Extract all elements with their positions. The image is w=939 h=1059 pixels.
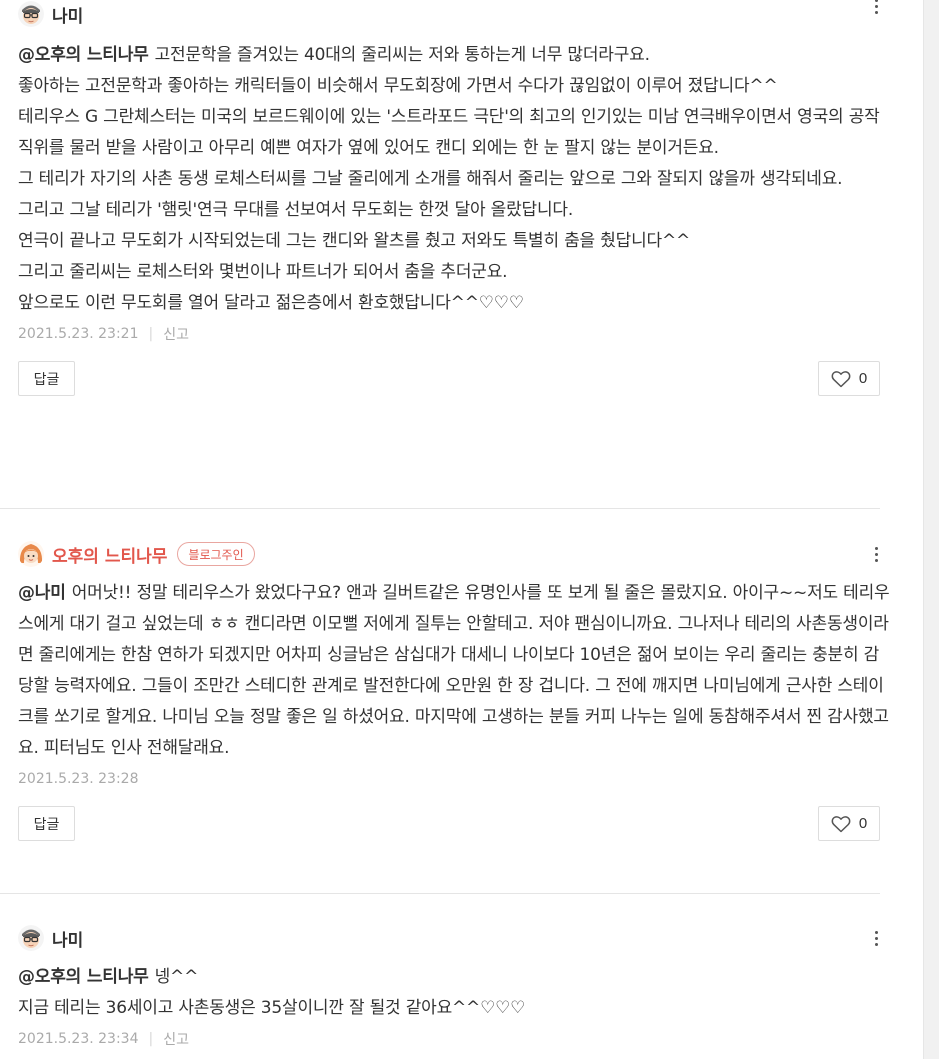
comment-timestamp: 2021.5.23. 23:34: [18, 1031, 139, 1047]
scrollbar[interactable]: [923, 0, 939, 1059]
comment-item: 나미 @오후의 느티나무 고전문학을 즐겨있는 40대의 줄리씨는 저와 통하는게…: [18, 0, 880, 396]
comment-text: 고전문학을 즐겨있는 40대의 줄리씨는 저와 통하는게 너무 많더라구요. 좋…: [18, 45, 880, 313]
comment-author[interactable]: 오후의 느티나무: [52, 542, 167, 567]
glasses-avatar-icon[interactable]: [18, 925, 44, 951]
comment-mention[interactable]: @오후의 느티나무: [18, 967, 149, 987]
comment-meta: 2021.5.23. 23:21 | 신고: [18, 323, 880, 345]
comment-body: @오후의 느티나무 고전문학을 즐겨있는 40대의 줄리씨는 저와 통하는게 너무…: [18, 40, 890, 319]
owner-badge: 블로그주인: [177, 542, 255, 566]
comment-header: 나미: [18, 0, 880, 28]
more-vertical-icon[interactable]: [866, 0, 886, 18]
heart-outline-icon: [831, 370, 851, 387]
comment-item: 오후의 느티나무 블로그주인 @나미 어머낫!! 정말 테리우스가 왔었다구요? …: [18, 540, 890, 841]
meta-separator: |: [148, 1031, 154, 1047]
comment-mention[interactable]: @오후의 느티나무: [18, 45, 149, 65]
comment-mention[interactable]: @나미: [18, 583, 66, 603]
comment-actions: 답글 0: [18, 361, 880, 396]
reply-button[interactable]: 답글: [18, 361, 75, 396]
report-link[interactable]: 신고: [163, 324, 189, 344]
comment-header: 오후의 느티나무 블로그주인: [18, 540, 880, 568]
comment-body: @나미 어머낫!! 정말 테리우스가 왔었다구요? 앤과 길버트같은 유명인사를 …: [18, 578, 890, 764]
like-count: 0: [858, 370, 868, 387]
comment-item: 나미 @오후의 느티나무 넹^^ 지금 테리는 36세이고 사촌동생은 35살이니…: [18, 924, 880, 1050]
comment-divider: [0, 893, 880, 894]
comment-author[interactable]: 나미: [52, 2, 83, 27]
comment-meta: 2021.5.23. 23:28: [18, 768, 880, 790]
like-button[interactable]: 0: [818, 361, 880, 396]
report-link[interactable]: 신고: [163, 1029, 189, 1049]
comment-text: 어머낫!! 정말 테리우스가 왔었다구요? 앤과 길버트같은 유명인사를 또 보…: [18, 583, 890, 758]
comment-actions: 답글 0: [18, 806, 880, 841]
comment-meta: 2021.5.23. 23:34 | 신고: [18, 1028, 880, 1050]
comment-author[interactable]: 나미: [52, 926, 83, 951]
heart-outline-icon: [831, 815, 851, 832]
more-vertical-icon[interactable]: [866, 542, 886, 566]
comment-body: @오후의 느티나무 넹^^ 지금 테리는 36세이고 사촌동생은 35살이니깐 잘…: [18, 962, 890, 1024]
more-vertical-icon[interactable]: [866, 926, 886, 950]
like-button[interactable]: 0: [818, 806, 880, 841]
orange-hair-avatar-icon[interactable]: [18, 541, 44, 567]
like-count: 0: [858, 815, 868, 832]
comment-header: 나미: [18, 924, 880, 952]
glasses-avatar-icon[interactable]: [18, 1, 44, 27]
comment-timestamp: 2021.5.23. 23:28: [18, 771, 139, 787]
comment-divider: [0, 508, 880, 509]
reply-button[interactable]: 답글: [18, 806, 75, 841]
comment-timestamp: 2021.5.23. 23:21: [18, 326, 139, 342]
meta-separator: |: [148, 326, 154, 342]
